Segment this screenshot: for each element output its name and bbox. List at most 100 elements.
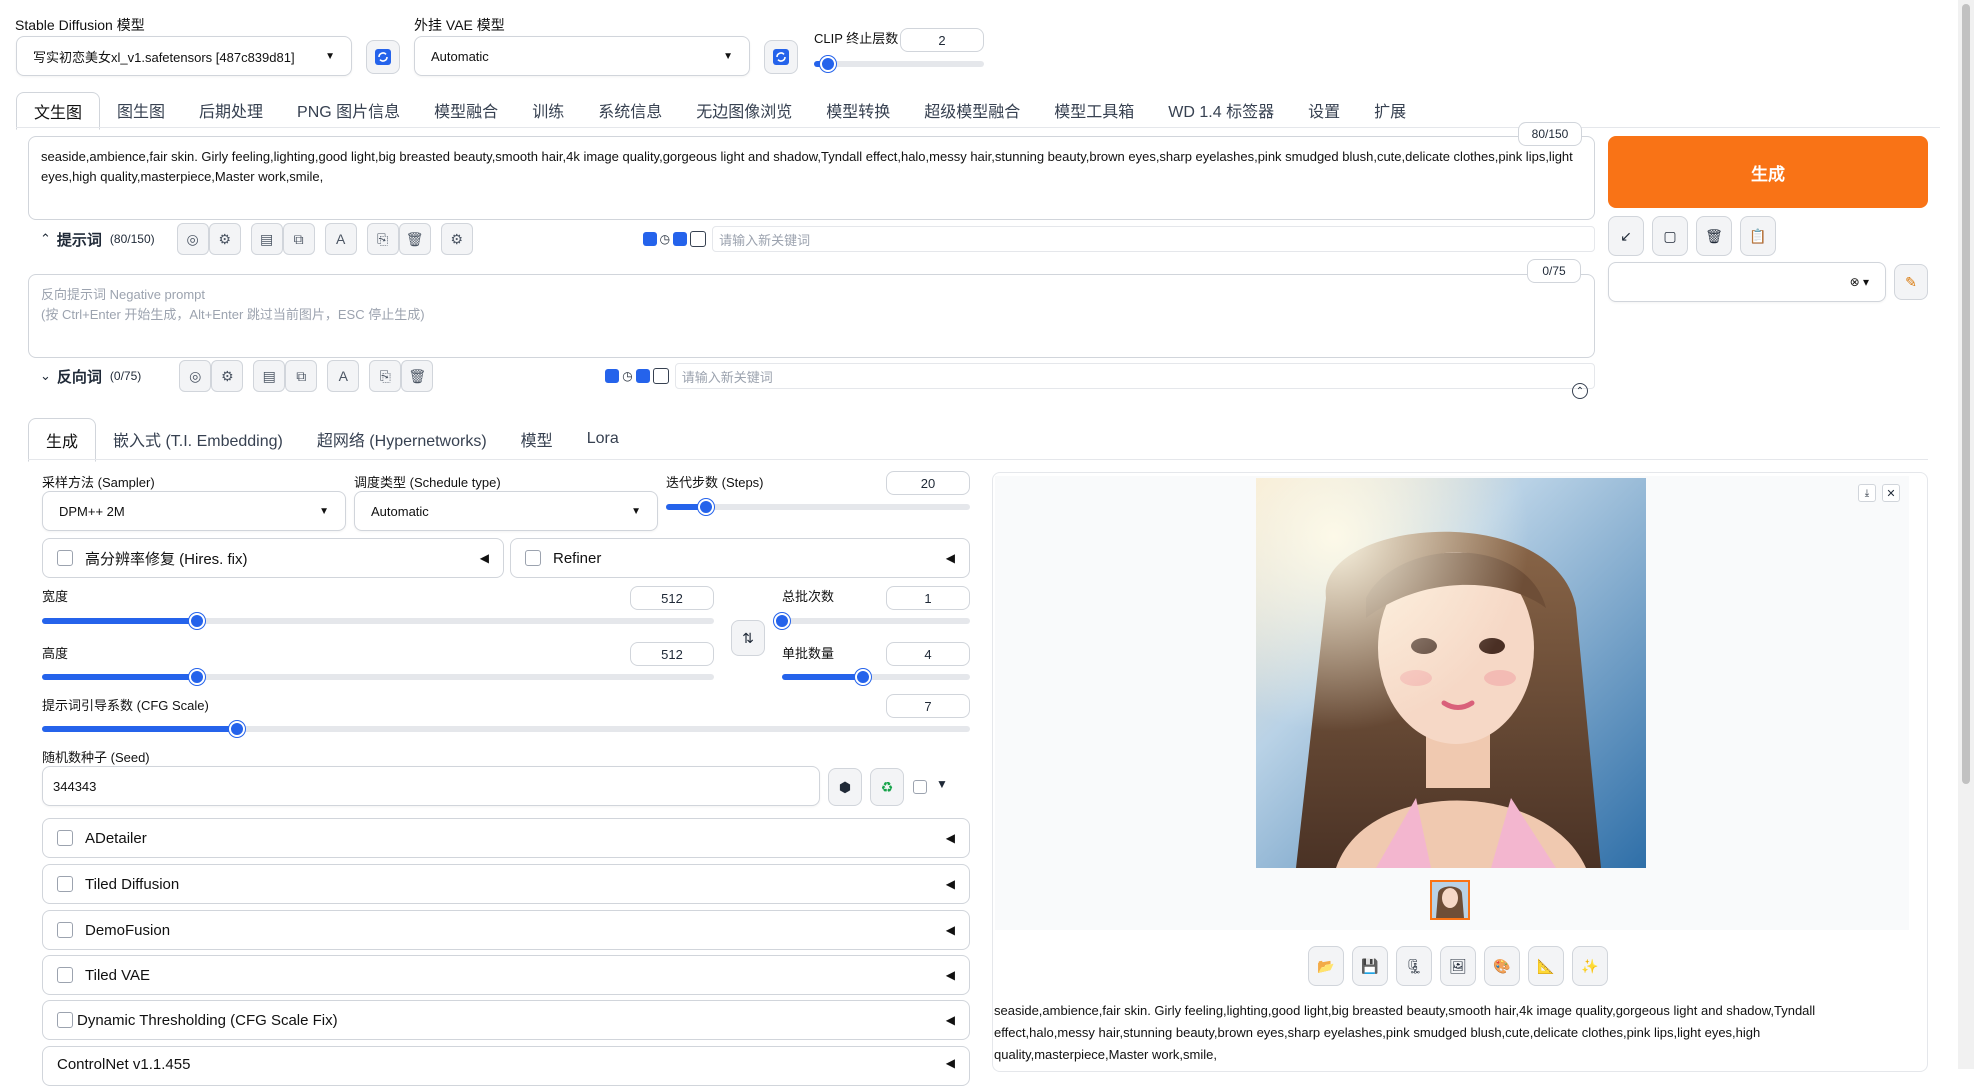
arrow-icon[interactable]: ↙ [1608, 216, 1644, 256]
settings-icon[interactable]: ⚙ [440, 223, 473, 255]
send-to-inpaint-icon[interactable]: 🎨 [1484, 946, 1520, 986]
refresh-vae-button[interactable] [764, 40, 798, 74]
steps-slider[interactable] [666, 499, 970, 515]
square-icon[interactable]: ▢ [1652, 216, 1688, 256]
seed-input[interactable]: 344343 [42, 766, 820, 806]
tiled-diffusion-checkbox[interactable] [57, 876, 73, 892]
toggle-check-icon[interactable] [673, 232, 688, 246]
vae-select[interactable]: Automatic ▼ [414, 36, 750, 76]
collapse-icon[interactable]: ⌃ [40, 231, 51, 247]
height-slider[interactable] [42, 669, 714, 685]
demofusion-checkbox[interactable] [57, 922, 73, 938]
collapse-icon[interactable]: ⌄ [40, 368, 51, 384]
toggle-check-icon[interactable] [605, 369, 620, 383]
tab-infinite-browser[interactable]: 无边图像浏览 [679, 92, 809, 128]
sd-model-select[interactable]: 写实初恋美女xl_v1.safetensors [487c839d81] ▼ [16, 36, 352, 76]
styles-select[interactable]: ⊗ ▾ [1608, 262, 1886, 302]
tab-settings[interactable]: 设置 [1291, 92, 1357, 128]
refresh-model-button[interactable] [366, 40, 400, 74]
history-icon[interactable]: ▤ [253, 360, 286, 392]
page-scrollbar[interactable] [1958, 0, 1974, 1069]
clip-slider[interactable] [814, 56, 984, 72]
prompt-textarea[interactable]: seaside,ambience,fair skin. Girly feelin… [28, 136, 1595, 220]
gear-icon[interactable]: ⚙ [208, 223, 241, 255]
tab-train[interactable]: 训练 [515, 92, 581, 128]
accordion-adetailer[interactable]: ADetailer ◀ [42, 818, 970, 858]
adetailer-checkbox[interactable] [57, 830, 73, 846]
schedule-select[interactable]: Automatic ▼ [354, 491, 658, 531]
gallery-thumbnail[interactable] [1430, 880, 1470, 920]
translate-text-icon[interactable]: A [327, 360, 360, 392]
save-icon[interactable]: 💾 [1352, 946, 1388, 986]
extra-seed-checkbox[interactable] [913, 780, 927, 794]
prompt-keyword-input[interactable]: 请输入新关键词 [712, 226, 1595, 252]
swap-dimensions-button[interactable]: ⇅ [731, 620, 765, 656]
batch-size-slider-handle[interactable] [854, 669, 871, 685]
clear-icon[interactable]: ⊗ ▾ [1850, 275, 1869, 289]
accordion-tiled-diffusion[interactable]: Tiled Diffusion ◀ [42, 864, 970, 904]
tab-model-toolkit[interactable]: 模型工具箱 [1037, 92, 1151, 128]
subtab-lora[interactable]: Lora [570, 418, 636, 460]
negative-keyword-input[interactable]: 请输入新关键词 [674, 363, 1595, 389]
tab-merge[interactable]: 模型融合 [417, 92, 515, 128]
tab-wd-tagger[interactable]: WD 1.4 标签器 [1151, 92, 1291, 128]
clip-value-input[interactable]: 2 [900, 28, 984, 52]
width-slider-handle[interactable] [188, 613, 205, 629]
batch-count-input[interactable]: 1 [886, 586, 970, 610]
download-icon[interactable]: ⤓ [1858, 484, 1876, 502]
collapse-up-icon[interactable]: ⌃ [1572, 383, 1588, 399]
bookmark-icon[interactable]: ⧉ [285, 360, 318, 392]
height-slider-handle[interactable] [188, 669, 205, 685]
negative-textarea[interactable]: 反向提示词 Negative prompt (按 Ctrl+Enter 开始生成… [28, 274, 1595, 358]
refiner-checkbox[interactable] [525, 550, 541, 566]
bookmark-icon[interactable]: ⧉ [282, 223, 315, 255]
tab-img2img[interactable]: 图生图 [100, 92, 182, 128]
hires-fix-checkbox[interactable] [57, 550, 73, 566]
toggle-empty-icon[interactable] [652, 368, 669, 384]
dynamic-thresholding-checkbox[interactable] [57, 1012, 73, 1028]
tab-extras[interactable]: 后期处理 [182, 92, 280, 128]
refiner-accordion[interactable]: Refiner ◀ [510, 538, 970, 578]
clip-slider-handle[interactable] [819, 56, 836, 72]
subtab-embedding[interactable]: 嵌入式 (T.I. Embedding) [96, 418, 300, 460]
trash-icon[interactable]: 🗑 [401, 360, 434, 392]
folder-icon[interactable]: 📂 [1308, 946, 1344, 986]
toggle-empty-icon[interactable] [690, 231, 707, 247]
tab-png-info[interactable]: PNG 图片信息 [280, 92, 417, 128]
send-to-img2img-icon[interactable]: 🖼 [1440, 946, 1476, 986]
batch-size-slider[interactable] [782, 669, 970, 685]
toggle-check-icon[interactable] [635, 369, 650, 383]
cfg-input[interactable]: 7 [886, 694, 970, 718]
history-icon[interactable]: ▤ [250, 223, 283, 255]
cfg-slider-handle[interactable] [228, 721, 245, 737]
copy-icon[interactable]: ⎘ [369, 360, 402, 392]
clock-icon[interactable]: ◷ [660, 232, 670, 246]
cfg-slider[interactable] [42, 721, 970, 737]
accordion-demofusion[interactable]: DemoFusion ◀ [42, 910, 970, 950]
tab-sysinfo[interactable]: 系统信息 [581, 92, 679, 128]
batch-count-slider[interactable] [774, 613, 970, 629]
clock-icon[interactable]: ◷ [622, 369, 632, 383]
zip-icon[interactable]: 🗜 [1396, 946, 1432, 986]
toggle-check-icon[interactable] [642, 232, 657, 246]
copy-icon[interactable]: ⎘ [366, 223, 399, 255]
tiled-vae-checkbox[interactable] [57, 967, 73, 983]
height-input[interactable]: 512 [630, 642, 714, 666]
generate-button[interactable]: 生成 [1608, 136, 1928, 208]
tab-extensions[interactable]: 扩展 [1357, 92, 1423, 128]
width-input[interactable]: 512 [630, 586, 714, 610]
subtab-hypernetworks[interactable]: 超网络 (Hypernetworks) [300, 418, 504, 460]
batch-count-slider-handle[interactable] [774, 613, 790, 629]
clipboard-icon[interactable]: 📋 [1740, 216, 1776, 256]
sparkle-icon[interactable]: ✨ [1572, 946, 1608, 986]
sampler-select[interactable]: DPM++ 2M ▼ [42, 491, 346, 531]
trash-icon[interactable]: 🗑 [1696, 216, 1732, 256]
accordion-controlnet[interactable]: ControlNet v1.1.455 ◀ [42, 1046, 970, 1086]
reuse-seed-button[interactable]: ♻ [870, 768, 904, 806]
generated-image[interactable] [1256, 478, 1646, 868]
accordion-dynamic-thresholding[interactable]: Dynamic Thresholding (CFG Scale Fix) ◀ [42, 1000, 970, 1040]
tab-super-merge[interactable]: 超级模型融合 [907, 92, 1037, 128]
translate-icon[interactable]: ◎ [179, 360, 212, 392]
random-seed-button[interactable]: ⬢ [828, 768, 862, 806]
accordion-tiled-vae[interactable]: Tiled VAE ◀ [42, 955, 970, 995]
